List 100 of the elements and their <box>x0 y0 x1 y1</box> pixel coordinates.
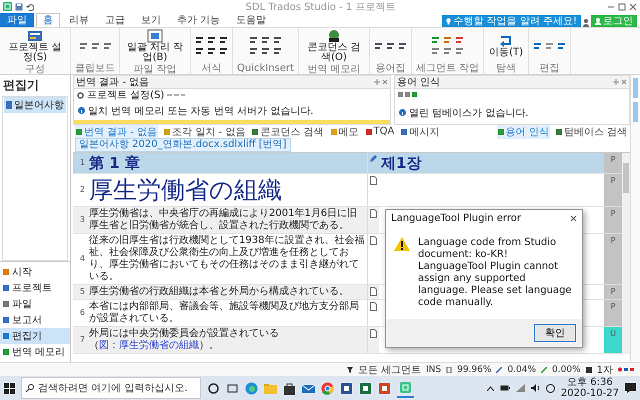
toolbar-icon[interactable] <box>272 36 282 44</box>
pin-icon[interactable] <box>374 79 380 85</box>
segment-status: P <box>604 207 622 234</box>
toolbar-icon[interactable] <box>386 42 395 50</box>
search-field[interactable]: 검색하려면 여기에 입력하십시오. <box>21 377 201 399</box>
group-label: 용어집 <box>375 63 406 74</box>
toolbar-icon[interactable] <box>195 36 204 44</box>
toolbar-icon[interactable] <box>260 47 270 55</box>
speaker-icon[interactable] <box>530 384 540 392</box>
windows-icon[interactable] <box>4 382 15 394</box>
chrome-icon[interactable] <box>321 382 334 394</box>
target-cell[interactable]: 제1장 <box>379 153 604 174</box>
circle-icon[interactable] <box>207 382 220 394</box>
status-icon <box>446 366 452 372</box>
nav-item[interactable]: 파일 <box>0 296 70 312</box>
toolbar-icon[interactable] <box>260 36 270 44</box>
clock-date: 2020-10-27 <box>560 388 619 399</box>
file-tab[interactable]: 파일 <box>0 13 34 27</box>
nav-item[interactable]: 프로젝트 <box>0 280 70 296</box>
tell-me-button[interactable]: 수행할 작업을 알려 주세요! <box>442 15 581 27</box>
panel-tab[interactable]: 텀베이스 검색 <box>554 124 628 138</box>
close-icon[interactable] <box>629 2 637 10</box>
ok-button[interactable]: 확인 <box>534 324 576 342</box>
browser-icon[interactable] <box>245 382 258 394</box>
toolbar-icon[interactable] <box>248 47 258 55</box>
battery-icon[interactable] <box>500 385 510 391</box>
panel-tab[interactable]: TQA <box>364 126 396 137</box>
toolbar-button[interactable]: 프로젝트 설정(S) <box>87 88 164 102</box>
document-tab[interactable]: 일본어사항 2020_연화본.docx.sdlxliff [번역] <box>75 138 291 152</box>
toolbar-icon[interactable] <box>248 36 258 44</box>
file-icon <box>6 101 12 109</box>
tab-icon <box>330 128 336 134</box>
network-icon[interactable] <box>516 384 525 392</box>
panel-tab[interactable]: 용어 인식 <box>496 124 550 138</box>
ribbon-button[interactable]: 일괄 처리 작업(B) <box>124 28 186 64</box>
segment-status: P <box>604 300 622 327</box>
notification-icon[interactable] <box>625 383 636 393</box>
status-icon <box>541 366 548 372</box>
toolbar-icon[interactable] <box>219 47 228 55</box>
flag-icon <box>618 367 634 372</box>
ribbon-button[interactable]: 프로젝트 설정(S) <box>4 28 66 64</box>
close-icon[interactable] <box>382 79 388 85</box>
figure-link[interactable]: 図：厚生労働省の組織 <box>99 340 199 351</box>
ribbon-tab[interactable]: 추가 기능 <box>170 13 228 27</box>
toolbar-icon[interactable] <box>219 36 228 44</box>
window-title: SDL Trados Studio - 1 프로젝트 <box>244 0 396 14</box>
toolbar-icon[interactable] <box>195 47 204 55</box>
toolbar-icon[interactable] <box>272 47 282 55</box>
toolbar-icon[interactable] <box>398 42 407 50</box>
ribbon-tab[interactable]: 보기 <box>134 13 168 27</box>
ribbon-button[interactable]: 콘코던스 검색(O) <box>302 28 365 64</box>
clock-time: 오후 6:36 <box>567 377 613 388</box>
toolbar-icon[interactable] <box>207 36 216 44</box>
nav-item[interactable]: 보고서 <box>0 312 70 328</box>
segment-status: P <box>604 285 622 300</box>
undo-icon[interactable] <box>26 2 34 10</box>
panel-tab[interactable]: 메모 <box>330 124 360 138</box>
person-icon[interactable] <box>583 19 589 27</box>
panel-title: 편집기 <box>2 77 40 94</box>
pin-icon[interactable] <box>613 79 619 85</box>
scrollbar[interactable] <box>622 153 630 354</box>
task-view-icon[interactable] <box>226 382 239 394</box>
chevron-icon[interactable] <box>486 386 494 390</box>
info-icon <box>398 109 406 116</box>
ribbon-tab[interactable]: 고급 <box>98 13 132 27</box>
bag-icon[interactable] <box>283 382 296 394</box>
search-icon <box>26 384 34 392</box>
ribbon-tab[interactable]: 도움말 <box>229 13 274 27</box>
tab-icon <box>164 128 170 134</box>
panel-tab[interactable]: 메시지 <box>400 124 440 138</box>
segment-status: U <box>604 327 622 354</box>
panel-tab[interactable]: 조각 일치 - 없음 <box>163 124 246 138</box>
close-icon[interactable] <box>570 215 577 222</box>
excel-icon[interactable] <box>359 382 372 394</box>
tree-item[interactable]: 일본어사항 <box>4 97 66 113</box>
group-label: 번역 메모리 <box>307 64 361 75</box>
panel-tab[interactable]: 콘코던스 검색 <box>251 124 324 138</box>
group-label: 파일 작업 <box>133 64 177 75</box>
toolbar-icon[interactable] <box>374 42 383 50</box>
ribbon-tab[interactable]: 리뷰 <box>62 13 96 27</box>
panel-tab[interactable]: 번역 결과 - 없음 <box>75 124 158 138</box>
close-icon[interactable] <box>621 79 627 85</box>
nav-item[interactable]: 시작 <box>0 264 70 280</box>
maximize-icon[interactable] <box>618 2 626 10</box>
panel-title: 용어 인식 <box>396 76 442 89</box>
source-cell: 第 1 章 <box>87 153 367 174</box>
nav-item[interactable]: 편집기 <box>0 328 70 344</box>
nav-item[interactable]: 번역 메모리 <box>0 344 70 360</box>
ribbon-tab[interactable]: 홈 <box>36 13 60 27</box>
toolbar-icon[interactable] <box>207 47 216 55</box>
info-message: 열린 텀베이스가 없습니다. <box>408 106 528 120</box>
source-cell: 外局には中央労働委員会が設置されている（図：厚生労働省の組織）。 <box>87 327 367 354</box>
save-icon[interactable] <box>15 2 23 10</box>
word-icon[interactable] <box>340 382 353 394</box>
status-text: 0.00% <box>552 364 581 374</box>
group-label: 서식 <box>202 63 222 74</box>
mail-icon[interactable] <box>302 382 315 394</box>
powerpoint-icon[interactable] <box>378 382 391 394</box>
ribbon-button[interactable]: 이동(T) <box>488 32 524 58</box>
person-icon <box>595 18 601 24</box>
